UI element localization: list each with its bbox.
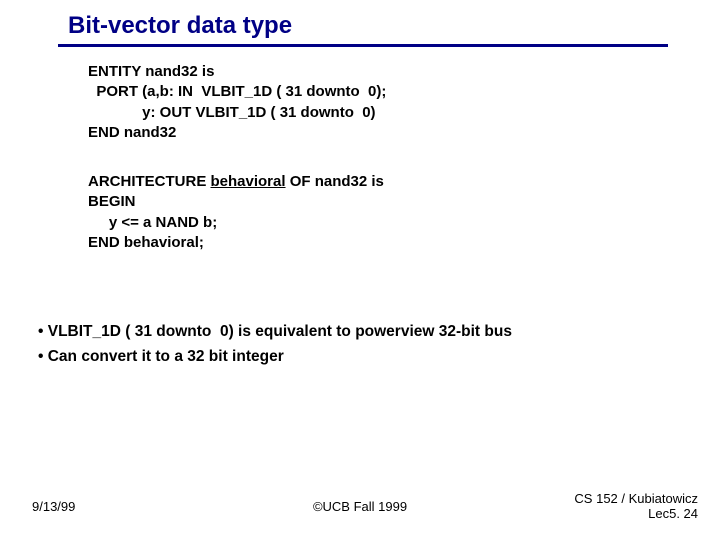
code-line: END behavioral; <box>88 233 384 253</box>
text: OF nand32 is <box>286 173 384 190</box>
code-line: ARCHITECTURE behavioral OF nand32 is <box>88 172 384 192</box>
code-line: END nand32 <box>88 123 386 143</box>
slide: Bit-vector data type ENTITY nand32 is PO… <box>0 0 720 540</box>
code-line: ENTITY nand32 is <box>88 62 386 82</box>
footer-course: CS 152 / Kubiatowicz Lec5. 24 <box>574 492 698 522</box>
code-line: BEGIN <box>88 192 384 212</box>
code-line: PORT (a,b: IN VLBIT_1D ( 31 downto 0); <box>88 82 386 102</box>
text: ARCHITECTURE <box>88 173 211 190</box>
code-block-entity: ENTITY nand32 is PORT (a,b: IN VLBIT_1D … <box>88 62 386 143</box>
code-block-arch: ARCHITECTURE behavioral OF nand32 is BEG… <box>88 172 384 253</box>
code-line: y: OUT VLBIT_1D ( 31 downto 0) <box>88 103 386 123</box>
slide-title: Bit-vector data type <box>68 12 292 40</box>
bullet-item: • VLBIT_1D ( 31 downto 0) is equivalent … <box>38 320 512 345</box>
footer-course-line: CS 152 / Kubiatowicz <box>574 492 698 507</box>
text-underline: behavioral <box>211 173 286 190</box>
title-underline <box>58 44 668 47</box>
footer-course-line: Lec5. 24 <box>574 507 698 522</box>
bullet-item: • Can convert it to a 32 bit integer <box>38 345 512 370</box>
code-line: y <= a NAND b; <box>88 213 384 233</box>
bullet-list: • VLBIT_1D ( 31 downto 0) is equivalent … <box>38 320 512 370</box>
